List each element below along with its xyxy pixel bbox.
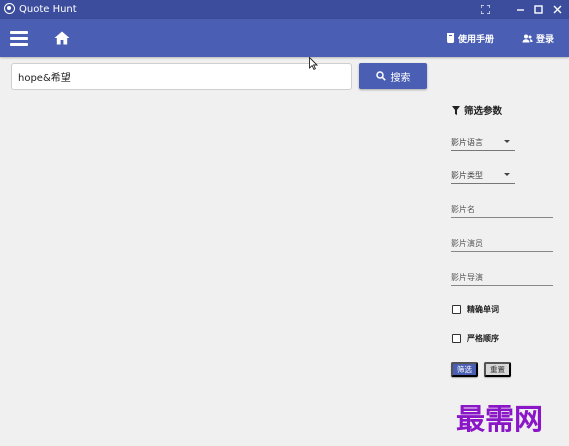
language-select[interactable]: 影片语言: [451, 135, 515, 151]
app-logo-icon: [4, 3, 15, 14]
search-icon: [375, 71, 386, 81]
strict-order-checkbox[interactable]: 严格顺序: [452, 332, 499, 344]
movie-name-placeholder: 影片名: [451, 205, 475, 214]
close-icon[interactable]: [547, 0, 567, 19]
login-label: 登录: [536, 34, 555, 45]
home-icon[interactable]: [53, 29, 71, 47]
director-placeholder: 影片导演: [451, 273, 483, 282]
chevron-down-icon: [504, 173, 510, 176]
type-select[interactable]: 影片类型: [451, 168, 515, 184]
reset-filter-button[interactable]: 重置: [484, 362, 511, 377]
user-manual-button[interactable]: 使用手册: [446, 31, 494, 45]
search-input[interactable]: [11, 63, 352, 90]
minimize-icon[interactable]: [510, 0, 530, 19]
filter-panel-title: 筛选参数: [452, 103, 502, 117]
apply-filter-button[interactable]: 筛选: [451, 362, 478, 377]
movie-name-field[interactable]: 影片名: [451, 204, 553, 218]
filter-icon: [452, 105, 460, 115]
search-button-label: 搜索: [390, 72, 411, 84]
actor-placeholder: 影片演员: [451, 239, 483, 248]
login-button[interactable]: 登录: [522, 31, 554, 45]
checkbox-box[interactable]: [452, 333, 461, 343]
window-titlebar: Quote Hunt: [0, 0, 569, 19]
language-select-label: 影片语言: [451, 138, 483, 147]
window-title: Quote Hunt: [19, 4, 77, 15]
exact-word-label: 精确单词: [467, 304, 499, 314]
strict-order-label: 严格顺序: [467, 333, 499, 343]
checkbox-box[interactable]: [452, 304, 461, 314]
app-header: 使用手册 登录: [0, 19, 569, 57]
book-icon: [447, 33, 455, 43]
type-select-label: 影片类型: [451, 171, 483, 180]
director-field[interactable]: 影片导演: [451, 272, 553, 286]
exact-word-checkbox[interactable]: 精确单词: [452, 303, 499, 315]
hamburger-icon[interactable]: [10, 30, 30, 46]
chevron-down-icon: [504, 140, 510, 143]
maximize-icon[interactable]: [528, 0, 548, 19]
watermark-text: 最需网: [456, 402, 544, 436]
fullscreen-icon[interactable]: [475, 0, 495, 19]
users-icon: [522, 34, 533, 42]
user-manual-label: 使用手册: [458, 34, 495, 45]
search-button[interactable]: 搜索: [359, 63, 427, 89]
mouse-cursor-icon: [309, 57, 318, 70]
actor-field[interactable]: 影片演员: [451, 238, 553, 252]
